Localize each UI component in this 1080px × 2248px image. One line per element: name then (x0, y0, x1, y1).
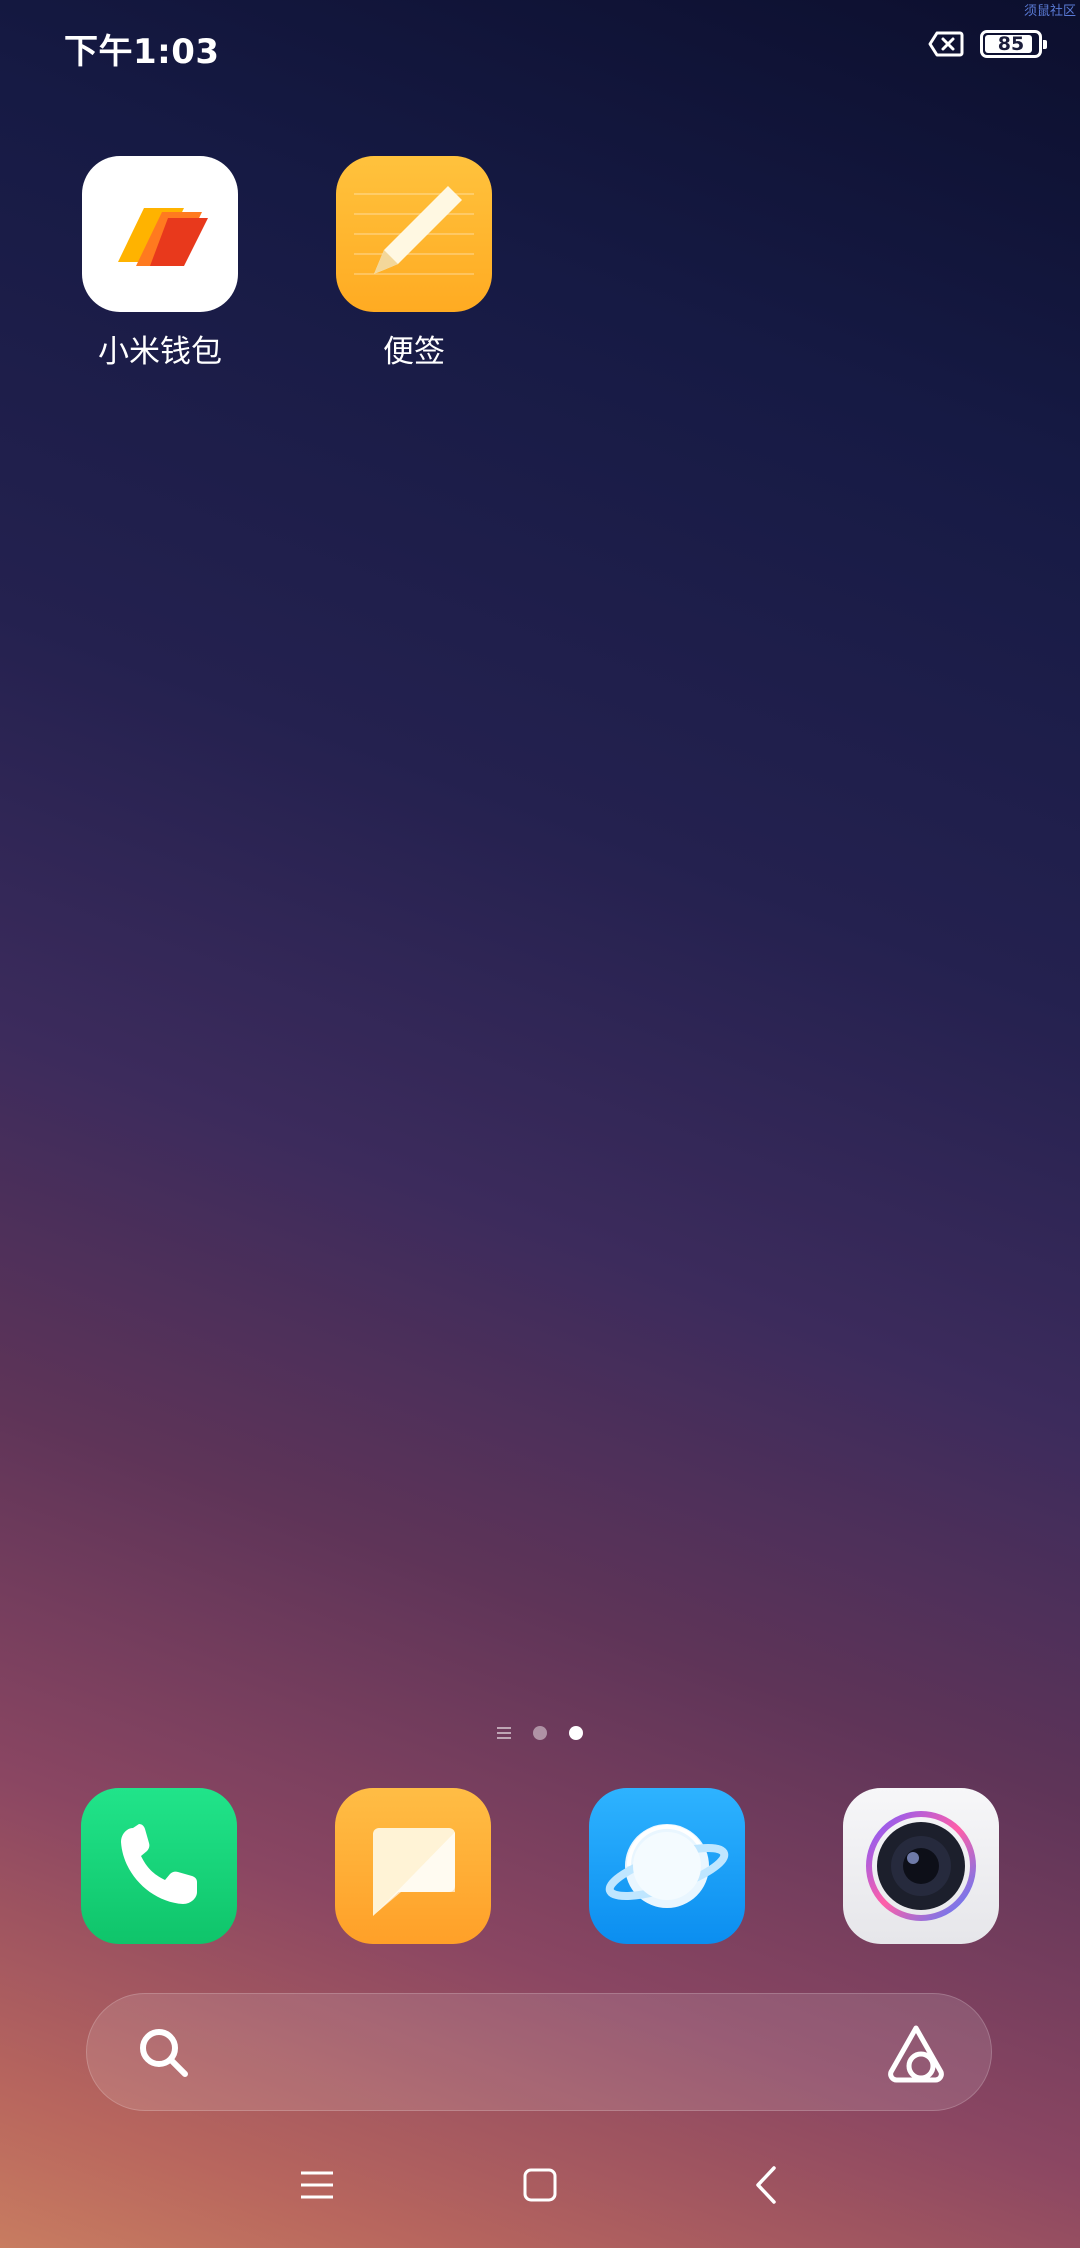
browser-icon (605, 1824, 729, 1908)
page-indicator[interactable] (0, 1726, 1080, 1740)
ai-assistant-icon[interactable] (883, 2020, 949, 2086)
dock-browser[interactable] (589, 1788, 745, 1944)
status-icons: 85 (928, 30, 1047, 58)
no-sim-icon (928, 31, 964, 57)
app-label: 便签 (383, 334, 445, 370)
app-label: 小米钱包 (98, 334, 222, 370)
message-icon (373, 1828, 455, 1916)
page-dot-active (569, 1726, 583, 1740)
notes-icon (336, 156, 492, 312)
menu-icon (301, 2171, 333, 2199)
search-icon[interactable] (135, 2024, 193, 2082)
search-bar[interactable] (86, 1993, 992, 2111)
dock-phone[interactable] (81, 1788, 237, 1944)
battery-icon: 85 (980, 30, 1047, 58)
feed-page-indicator-icon (497, 1727, 511, 1739)
phone-icon (121, 1824, 197, 1904)
dock-messages[interactable] (335, 1788, 491, 1944)
home-icon (523, 2168, 557, 2202)
mi-wallet-icon (82, 156, 238, 312)
app-notes[interactable]: 便签 (329, 156, 499, 371)
back-icon (756, 2166, 776, 2204)
page-dot (533, 1726, 547, 1740)
nav-home-button[interactable] (515, 2160, 565, 2210)
app-mi-wallet[interactable]: 小米钱包 (75, 156, 245, 371)
corner-watermark: 须鼠社区 (1023, 4, 1076, 19)
battery-level: 85 (997, 33, 1025, 55)
status-time: 下午1:03 (64, 32, 220, 72)
nav-menu-button[interactable] (292, 2160, 342, 2210)
nav-back-button[interactable] (742, 2160, 792, 2210)
dock-camera[interactable] (843, 1788, 999, 1944)
camera-icon (866, 1811, 976, 1921)
